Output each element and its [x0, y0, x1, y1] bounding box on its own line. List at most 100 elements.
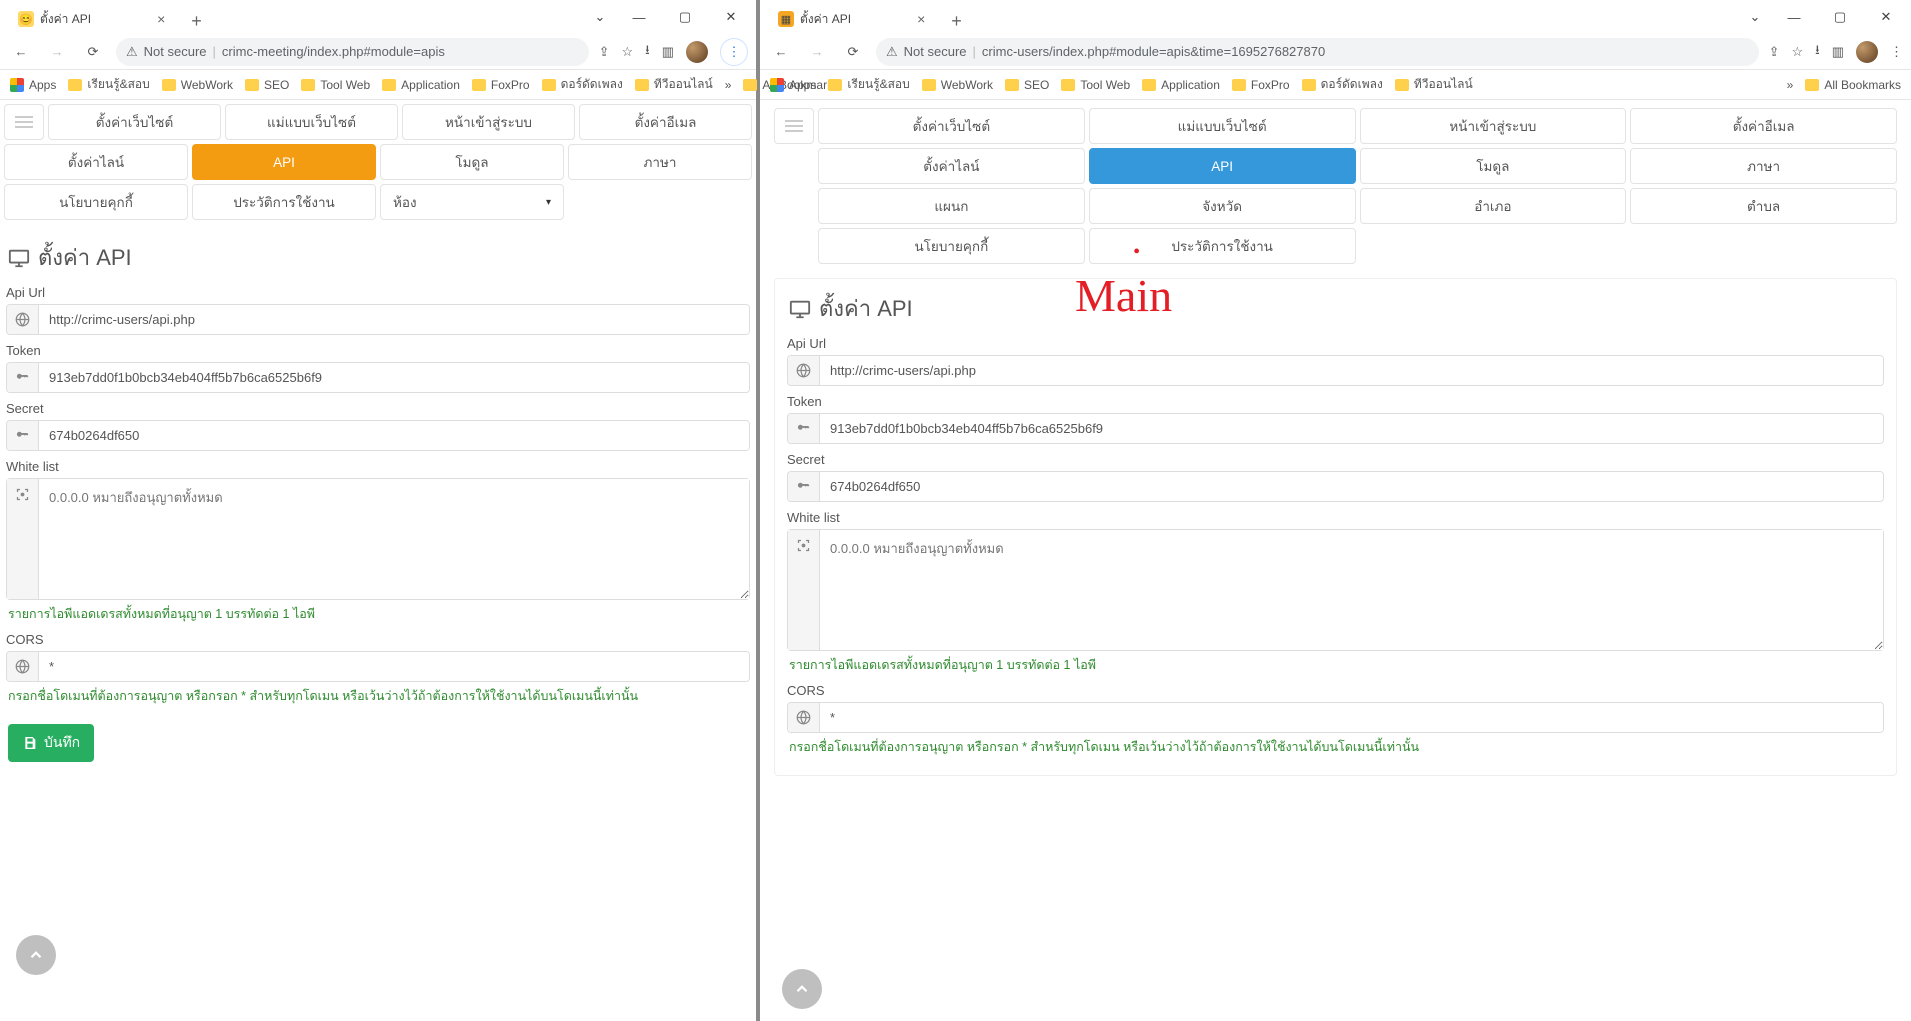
tab-language[interactable]: ภาษา	[1630, 148, 1897, 184]
tab-email[interactable]: ตั้งค่าอีเมล	[579, 104, 752, 140]
forward-button[interactable]: →	[44, 39, 70, 65]
new-tab-button[interactable]: +	[945, 9, 968, 34]
tab-template[interactable]: แม่แบบเว็บไซต์	[225, 104, 398, 140]
bookmark-folder[interactable]: Application	[1142, 78, 1220, 92]
tab-line[interactable]: ตั้งค่าไลน์	[4, 144, 188, 180]
all-bookmarks[interactable]: All Bookmarks	[1805, 78, 1901, 92]
whitelist-label: White list	[787, 510, 1884, 525]
chevron-up-icon	[793, 980, 811, 998]
bookmark-folder[interactable]: WebWork	[922, 78, 993, 92]
apps-shortcut[interactable]: Apps	[770, 78, 816, 92]
maximize-button[interactable]: ▢	[1819, 3, 1861, 31]
tab-api[interactable]: API	[192, 144, 376, 180]
tab-cookie-policy[interactable]: นโยบายคุกกี้	[818, 228, 1085, 264]
tab-title: ตั้งค่า API	[800, 10, 851, 29]
cors-input[interactable]	[820, 703, 1883, 732]
browser-tab[interactable]: 😊 ตั้งค่า API ×	[6, 4, 177, 34]
save-button[interactable]: บันทึก	[8, 724, 94, 762]
secret-input[interactable]	[820, 472, 1883, 501]
url-input[interactable]: ⚠ Not secure | crimc-meeting/index.php#m…	[116, 38, 589, 66]
close-icon[interactable]: ×	[917, 11, 925, 27]
tab-email[interactable]: ตั้งค่าอีเมล	[1630, 108, 1897, 144]
api-url-input[interactable]	[39, 305, 749, 334]
back-button[interactable]: ←	[8, 39, 34, 65]
tab-login[interactable]: หน้าเข้าสู่ระบบ	[1360, 108, 1627, 144]
share-icon[interactable]: ⇪	[599, 44, 610, 60]
profile-avatar[interactable]	[686, 41, 708, 63]
tab-province[interactable]: จังหวัด	[1089, 188, 1356, 224]
tab-department[interactable]: แผนก	[818, 188, 1085, 224]
whitelist-textarea[interactable]	[39, 479, 749, 599]
tab-district[interactable]: อำเภอ	[1360, 188, 1627, 224]
back-button[interactable]: ←	[768, 39, 794, 65]
browser-tab[interactable]: ▦ ตั้งค่า API ×	[766, 4, 937, 34]
tab-login[interactable]: หน้าเข้าสู่ระบบ	[402, 104, 575, 140]
bookmark-folder[interactable]: เรียนรู้&สอบ	[828, 75, 909, 94]
token-label: Token	[6, 343, 750, 358]
menu-dots-icon[interactable]: ⋮	[1890, 44, 1903, 60]
share-icon[interactable]: ⇪	[1769, 44, 1780, 60]
new-tab-button[interactable]: +	[185, 9, 208, 34]
bookmarks-overflow[interactable]: »	[725, 78, 732, 92]
scroll-top-button[interactable]	[782, 969, 822, 1009]
tab-module[interactable]: โมดูล	[380, 144, 564, 180]
bookmark-folder[interactable]: ดอร์ดัดเพลง	[542, 75, 623, 94]
bookmark-folder[interactable]: SEO	[245, 78, 289, 92]
bookmark-folder[interactable]: Tool Web	[1061, 78, 1130, 92]
tab-language[interactable]: ภาษา	[568, 144, 752, 180]
tab-site-settings[interactable]: ตั้งค่าเว็บไซต์	[48, 104, 221, 140]
reload-button[interactable]: ⟳	[80, 39, 106, 65]
not-secure-icon: ⚠	[126, 44, 138, 60]
apps-shortcut[interactable]: Apps	[10, 78, 56, 92]
tab-line[interactable]: ตั้งค่าไลน์	[818, 148, 1085, 184]
url-input[interactable]: ⚠ Not secure | crimc-users/index.php#mod…	[876, 38, 1759, 66]
minimize-button[interactable]: —	[1773, 3, 1815, 31]
chevron-down-icon[interactable]: ⌄	[586, 3, 614, 31]
panel-icon[interactable]: ▥	[662, 44, 674, 60]
tab-history[interactable]: ประวัติการใช้งาน	[192, 184, 376, 220]
room-select[interactable]: ห้อง▾	[380, 184, 564, 220]
chevron-down-icon[interactable]: ⌄	[1741, 3, 1769, 31]
hamburger-menu[interactable]	[774, 108, 814, 144]
bookmark-folder[interactable]: WebWork	[162, 78, 233, 92]
forward-button[interactable]: →	[804, 39, 830, 65]
tab-history[interactable]: ประวัติการใช้งาน	[1089, 228, 1356, 264]
bookmarks-overflow[interactable]: »	[1787, 78, 1794, 92]
minimize-button[interactable]: —	[618, 3, 660, 31]
bookmark-folder[interactable]: SEO	[1005, 78, 1049, 92]
token-input[interactable]	[820, 414, 1883, 443]
menu-dots-icon[interactable]: ⋮	[720, 38, 748, 66]
bookmark-folder[interactable]: ดอร์ดัดเพลง	[1302, 75, 1383, 94]
star-icon[interactable]: ☆	[1791, 44, 1803, 60]
close-window-button[interactable]: ✕	[1865, 3, 1907, 31]
download-icon[interactable]: ⭳	[645, 41, 650, 63]
tab-site-settings[interactable]: ตั้งค่าเว็บไซต์	[818, 108, 1085, 144]
reload-button[interactable]: ⟳	[840, 39, 866, 65]
close-icon[interactable]: ×	[157, 11, 165, 27]
hamburger-menu[interactable]	[4, 104, 44, 140]
maximize-button[interactable]: ▢	[664, 3, 706, 31]
tab-cookie-policy[interactable]: นโยบายคุกกี้	[4, 184, 188, 220]
tab-api[interactable]: API	[1089, 148, 1356, 184]
tab-subdistrict[interactable]: ตำบล	[1630, 188, 1897, 224]
scroll-top-button[interactable]	[16, 935, 56, 975]
secret-input[interactable]	[39, 421, 749, 450]
profile-avatar[interactable]	[1856, 41, 1878, 63]
star-icon[interactable]: ☆	[621, 44, 633, 60]
cors-input[interactable]	[39, 652, 749, 681]
bookmark-folder[interactable]: ทีวีออนไลน์	[1395, 75, 1473, 94]
bookmark-folder[interactable]: FoxPro	[1232, 78, 1290, 92]
api-url-input[interactable]	[820, 356, 1883, 385]
bookmark-folder[interactable]: Application	[382, 78, 460, 92]
bookmark-folder[interactable]: FoxPro	[472, 78, 530, 92]
tab-template[interactable]: แม่แบบเว็บไซต์	[1089, 108, 1356, 144]
bookmark-folder[interactable]: Tool Web	[301, 78, 370, 92]
close-window-button[interactable]: ✕	[710, 3, 752, 31]
tab-module[interactable]: โมดูล	[1360, 148, 1627, 184]
download-icon[interactable]: ⭳	[1815, 41, 1820, 63]
bookmark-folder[interactable]: เรียนรู้&สอบ	[68, 75, 149, 94]
token-input[interactable]	[39, 363, 749, 392]
panel-icon[interactable]: ▥	[1832, 44, 1844, 60]
whitelist-textarea[interactable]	[820, 530, 1883, 650]
bookmark-folder[interactable]: ทีวีออนไลน์	[635, 75, 713, 94]
